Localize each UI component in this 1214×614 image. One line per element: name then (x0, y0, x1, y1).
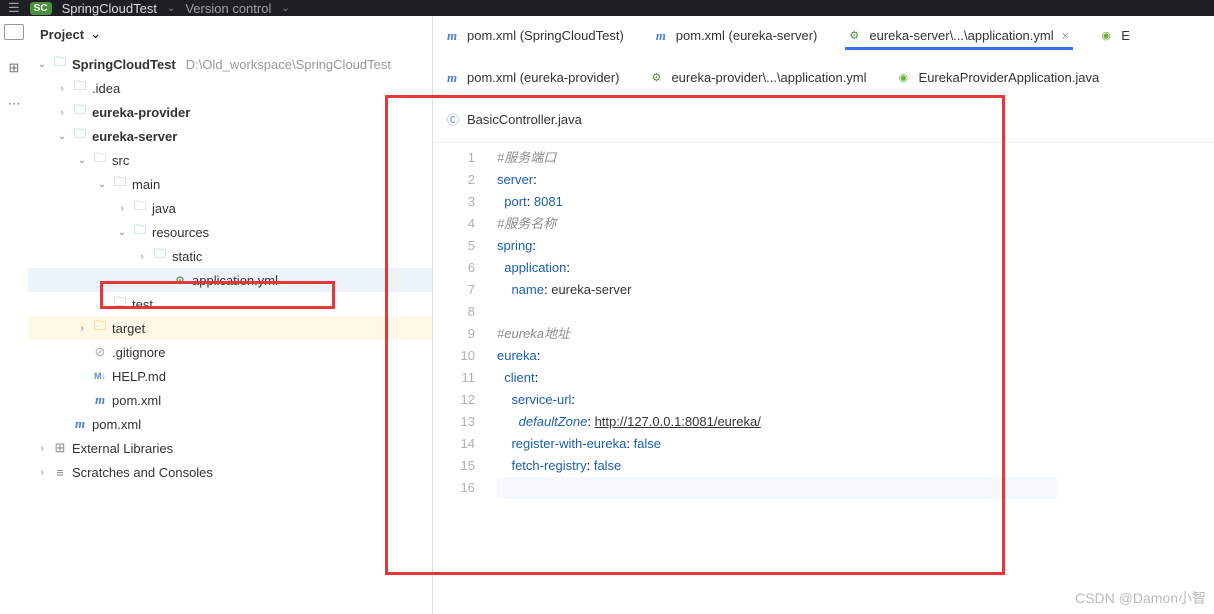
topbar: ☰ SC SpringCloudTest ⌄ Version control ⌄ (0, 0, 1214, 16)
maven-icon (447, 28, 461, 44)
tree-external-libraries[interactable]: ›External Libraries (28, 436, 432, 460)
project-panel-header: Project ⌄ (28, 16, 432, 50)
spring-icon (899, 71, 913, 84)
tree-pom-root[interactable]: ›pom.xml (28, 412, 432, 436)
gutter: 12345678910111213141516 (433, 143, 485, 614)
tree-main[interactable]: ⌄main (28, 172, 432, 196)
code-editor[interactable]: 12345678910111213141516 #服务端口server: por… (433, 142, 1214, 614)
code-line[interactable]: client: (497, 367, 1214, 389)
tree-idea[interactable]: ›.idea (28, 76, 432, 100)
version-control-menu[interactable]: Version control (185, 1, 271, 16)
yml-icon (651, 71, 665, 84)
tree-java[interactable]: ›java (28, 196, 432, 220)
more-tool-icon[interactable]: ⋯ (8, 96, 21, 112)
tree-pom-server[interactable]: ›pom.xml (28, 388, 432, 412)
project-tree: ⌄ SpringCloudTest D:\Old_workspace\Sprin… (28, 50, 432, 614)
project-panel-title: Project (40, 27, 84, 42)
chevron-down-icon: ⌄ (281, 3, 289, 14)
chevron-down-icon[interactable]: ⌄ (90, 26, 101, 42)
spring-icon (1101, 29, 1115, 42)
tree-application-yml[interactable]: ›application.yml (28, 268, 432, 292)
editor-tabs-row3: BasicController.java (433, 100, 1214, 142)
tree-test[interactable]: ›test (28, 292, 432, 316)
code-line[interactable]: application: (497, 257, 1214, 279)
code-line[interactable] (497, 301, 1214, 323)
editor-tab[interactable]: eureka-server\...\application.yml × (845, 24, 1073, 50)
code-line[interactable]: server: (497, 169, 1214, 191)
tool-window-bar: ⊞ ⋯ (0, 16, 28, 614)
tab-label: pom.xml (SpringCloudTest) (467, 28, 624, 43)
editor-tab[interactable]: eureka-provider\...\application.yml (647, 66, 870, 92)
tree-gitignore[interactable]: ›.gitignore (28, 340, 432, 364)
editor-tabs-row1: pom.xml (SpringCloudTest) pom.xml (eureka… (433, 16, 1214, 58)
editor-tab[interactable]: pom.xml (eureka-server) (652, 24, 822, 51)
editor-tab[interactable]: pom.xml (SpringCloudTest) (443, 24, 628, 51)
editor-tab[interactable]: pom.xml (eureka-provider) (443, 66, 623, 93)
tab-label: pom.xml (eureka-server) (676, 28, 818, 43)
code-line[interactable]: fetch-registry: false (497, 455, 1214, 477)
editor-tab[interactable]: E (1097, 24, 1134, 50)
maven-icon (656, 28, 670, 44)
project-name[interactable]: SpringCloudTest (62, 1, 157, 16)
tree-eureka-server[interactable]: ⌄eureka-server (28, 124, 432, 148)
code-line[interactable]: #服务端口 (497, 147, 1214, 169)
project-tool-icon[interactable] (4, 24, 24, 40)
code-line[interactable]: service-url: (497, 389, 1214, 411)
editor-tab[interactable]: BasicController.java (443, 107, 586, 135)
tree-src[interactable]: ⌄src (28, 148, 432, 172)
tree-eureka-provider[interactable]: ›eureka-provider (28, 100, 432, 124)
watermark: CSDN @Damon小智 (1075, 588, 1206, 608)
tree-resources[interactable]: ⌄resources (28, 220, 432, 244)
tab-label: eureka-server\...\application.yml (869, 28, 1053, 43)
yml-icon (849, 29, 863, 42)
tab-label: eureka-provider\...\application.yml (671, 70, 866, 85)
structure-tool-icon[interactable]: ⊞ (9, 60, 20, 76)
tree-help-md[interactable]: ›HELP.md (28, 364, 432, 388)
editor-tab[interactable]: EurekaProviderApplication.java (895, 66, 1104, 92)
tree-target[interactable]: ›target (28, 316, 432, 340)
java-icon (447, 111, 461, 128)
tab-label: BasicController.java (467, 112, 582, 127)
close-icon[interactable]: × (1062, 28, 1070, 43)
code-line[interactable]: #eureka地址 (497, 323, 1214, 345)
code-line[interactable]: defaultZone: http://127.0.0.1:8081/eurek… (497, 411, 1214, 433)
editor-tabs-row2: pom.xml (eureka-provider) eureka-provider… (433, 58, 1214, 100)
tree-static[interactable]: ›static (28, 244, 432, 268)
code-line[interactable]: eureka: (497, 345, 1214, 367)
hamburger-icon[interactable]: ☰ (8, 0, 20, 16)
tree-scratches[interactable]: ›Scratches and Consoles (28, 460, 432, 484)
code-line[interactable]: spring: (497, 235, 1214, 257)
code-line[interactable] (497, 477, 1057, 499)
code-line[interactable]: #服务名称 (497, 213, 1214, 235)
code-line[interactable]: name: eureka-server (497, 279, 1214, 301)
tab-label: pom.xml (eureka-provider) (467, 70, 619, 85)
code-line[interactable]: register-with-eureka: false (497, 433, 1214, 455)
tree-root[interactable]: ⌄ SpringCloudTest D:\Old_workspace\Sprin… (28, 52, 432, 76)
editor-area: pom.xml (SpringCloudTest) pom.xml (eureka… (433, 16, 1214, 614)
project-badge: SC (30, 2, 52, 15)
chevron-down-icon: ⌄ (167, 3, 175, 14)
tab-label: EurekaProviderApplication.java (919, 70, 1100, 85)
maven-icon (447, 70, 461, 86)
code-lines[interactable]: #服务端口server: port: 8081#服务名称spring: appl… (485, 143, 1214, 614)
code-line[interactable]: port: 8081 (497, 191, 1214, 213)
project-panel: Project ⌄ ⌄ SpringCloudTest D:\Old_works… (28, 16, 433, 614)
tab-label: E (1121, 28, 1130, 43)
